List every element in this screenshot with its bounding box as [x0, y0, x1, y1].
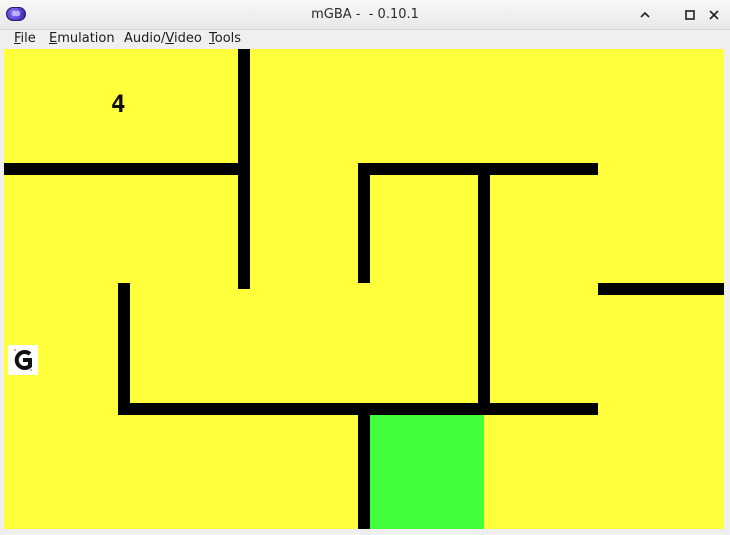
- maze-wall: [598, 283, 724, 295]
- game-screen[interactable]: 4: [4, 49, 724, 529]
- close-button[interactable]: [705, 6, 723, 24]
- menu-audio-video-mnemonic: V: [165, 31, 174, 46]
- mgba-window: mGBA - - 0.10.1 File Emulation Audio/Vid…: [0, 0, 730, 535]
- window-title: mGBA - - 0.10.1: [311, 7, 419, 22]
- minimize-button[interactable]: [636, 6, 654, 24]
- menu-tools-label: ools: [214, 31, 242, 46]
- close-icon: [709, 10, 719, 20]
- menu-emulation[interactable]: Emulation: [49, 30, 115, 48]
- score-counter: 4: [111, 90, 126, 118]
- menu-emulation-label: mulation: [57, 31, 115, 46]
- chevron-up-icon: [640, 11, 650, 18]
- g-sprite-icon: [8, 345, 38, 375]
- maze-wall: [238, 49, 250, 289]
- square-icon: [685, 10, 695, 20]
- maze-wall: [478, 163, 490, 413]
- title-bar[interactable]: mGBA - - 0.10.1: [0, 0, 730, 30]
- menu-audio-video-label: ideo: [173, 31, 202, 46]
- menu-audio-video[interactable]: Audio/Video: [124, 30, 202, 48]
- maze-wall: [358, 403, 370, 529]
- menu-tools[interactable]: Tools: [209, 30, 241, 48]
- maze-canvas: [4, 49, 724, 529]
- maze-wall: [358, 163, 370, 283]
- goal-zone: [370, 415, 484, 529]
- menu-file[interactable]: File: [14, 30, 36, 48]
- menu-audio-video-prefix: Audio/: [124, 31, 166, 46]
- maze-wall: [118, 283, 130, 415]
- maximize-button[interactable]: [681, 6, 699, 24]
- menu-bar: File Emulation Audio/Video Tools: [0, 30, 730, 48]
- maze-wall: [4, 163, 248, 175]
- menu-emulation-mnemonic: E: [49, 31, 58, 46]
- menu-file-label: ile: [20, 31, 36, 46]
